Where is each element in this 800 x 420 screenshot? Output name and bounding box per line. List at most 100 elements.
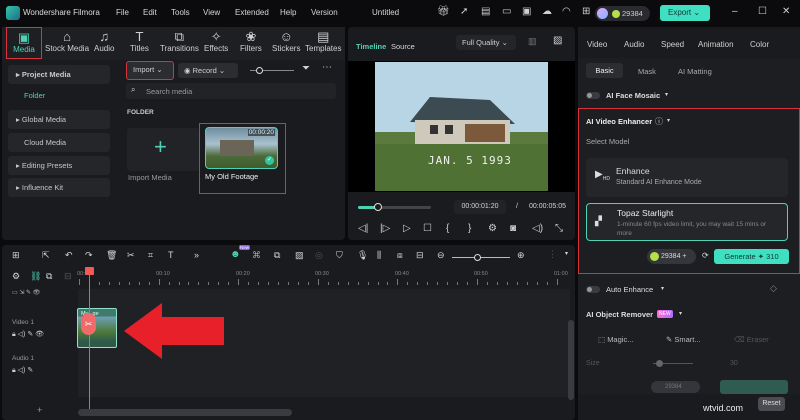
subtab-ai-matting[interactable]: AI Matting (678, 67, 712, 76)
track-options-icon[interactable]: ⊟ (64, 271, 72, 282)
import-media-tile[interactable]: + (127, 128, 199, 171)
maximize-icon[interactable]: ☐ (758, 6, 767, 17)
tab-color[interactable]: Color (750, 40, 769, 49)
minimize-icon[interactable]: – (732, 6, 738, 17)
timeline-zoom-slider[interactable] (452, 254, 510, 261)
sidebar-item-global-media[interactable]: ▸ Global Media (8, 110, 110, 129)
model-topaz-starlight[interactable]: ▞ Topaz Starlight 1-minute 60 fps video … (586, 203, 788, 241)
volume-icon[interactable]: ◁) (532, 223, 543, 234)
tab-audio-props[interactable]: Audio (624, 40, 644, 49)
track-height-icon[interactable]: ⋮ (548, 249, 557, 260)
mic-icon[interactable]: 🎙︎ (357, 250, 368, 261)
audio-track-controls[interactable]: 🔒︎ ◁) ✎ (12, 366, 33, 375)
more-icon[interactable]: ⋯ (322, 62, 332, 73)
keyframe-icon[interactable]: ◇ (770, 283, 777, 294)
more-tools-icon[interactable]: » (194, 250, 199, 260)
mark-out-icon[interactable]: } (468, 223, 471, 234)
caret-down-icon[interactable]: ▾ (661, 285, 664, 292)
horizontal-scrollbar[interactable] (78, 409, 292, 416)
tab-templates[interactable]: ▤ Templates (305, 29, 341, 53)
speed-icon[interactable]: ◎ (315, 250, 323, 261)
tab-source[interactable]: Source (391, 42, 415, 51)
headset-icon[interactable]: ◠ (562, 6, 571, 17)
reset-button[interactable]: Reset (758, 397, 785, 411)
rocket-icon[interactable]: ➚ (460, 6, 468, 17)
render-settings-icon[interactable]: ⚙ (488, 223, 497, 234)
tab-video[interactable]: Video (587, 40, 607, 49)
apps-icon[interactable]: ⊞ (582, 6, 590, 17)
progress-knob[interactable] (373, 203, 382, 211)
add-track-button[interactable]: + (37, 405, 42, 415)
cut-icon[interactable]: ✂ (127, 250, 135, 261)
export-button[interactable]: Export ⌄ (660, 5, 710, 21)
ai-tool-icon[interactable]: ⌘ (252, 250, 261, 261)
cloud-upload-icon[interactable]: ☁ (542, 6, 552, 17)
replace-icon[interactable]: ⧈ (397, 250, 403, 261)
camera-icon[interactable]: ◙ (510, 223, 516, 234)
zoom-in-icon[interactable]: ⊕ (517, 250, 525, 261)
fit-icon[interactable]: ⊟ (416, 250, 424, 261)
sidebar-item-cloud-media[interactable]: Cloud Media (8, 133, 110, 152)
menu-tools[interactable]: Tools (171, 8, 190, 17)
remove-button[interactable] (720, 380, 788, 394)
credits-pill[interactable]: 29384 (595, 6, 650, 21)
menu-file[interactable]: File (116, 8, 129, 17)
add-track-icon[interactable]: ⧉ (46, 271, 52, 282)
face-mosaic-toggle[interactable] (586, 92, 600, 99)
help-icon[interactable]: ⓘ (655, 116, 663, 127)
sidebar-item-editing-presets[interactable]: ▸ Editing Presets (8, 156, 110, 175)
menu-version[interactable]: Version (311, 8, 338, 17)
tab-audio[interactable]: ♫ Audio (94, 29, 114, 53)
next-frame-icon[interactable]: |▷ (380, 223, 390, 234)
tab-media[interactable]: ▣ Media (6, 27, 42, 59)
text-icon[interactable]: T (168, 250, 174, 260)
subtab-mask[interactable]: Mask (638, 67, 656, 76)
delete-icon[interactable]: 🗑︎ (106, 250, 117, 261)
sidebar-item-project-media[interactable]: ▸ Project Media (8, 65, 110, 84)
mark-in-icon[interactable]: { (446, 223, 449, 234)
caret-down-icon[interactable]: ▾ (665, 91, 668, 98)
image-tool-icon[interactable]: ▨ (295, 250, 304, 261)
tab-stock-media[interactable]: ⌂ Stock Media (45, 29, 89, 53)
undo-icon[interactable]: ↶ (65, 250, 73, 261)
tab-animation[interactable]: Animation (698, 40, 734, 49)
fullscreen-icon[interactable]: ⤡ (555, 223, 563, 234)
ai-copilot-icon[interactable]: ☻ (230, 249, 241, 260)
grid-view-icon[interactable]: ▥ (528, 36, 537, 47)
subtab-basic[interactable]: Basic (586, 63, 623, 78)
refresh-icon[interactable]: ⟳ (702, 251, 709, 260)
sidebar-item-folder[interactable]: Folder (24, 91, 45, 100)
playback-progress[interactable] (358, 203, 431, 211)
menu-view[interactable]: View (203, 8, 220, 17)
size-slider[interactable] (653, 360, 693, 367)
playhead[interactable] (85, 267, 94, 409)
snapshot-view-icon[interactable]: ▨ (553, 35, 562, 46)
quality-select[interactable]: Full Quality ⌄ (456, 35, 516, 50)
settings-icon[interactable]: ⚙ (12, 271, 20, 282)
save-icon[interactable]: ▣ (522, 6, 531, 17)
split-icon[interactable]: ✂ (81, 313, 96, 335)
tab-stickers[interactable]: ☺ Stickers (272, 29, 300, 53)
smart-tool[interactable]: ✎ Smart... (666, 335, 701, 344)
menu-help[interactable]: Help (280, 8, 296, 17)
import-button[interactable]: Import ⌄ (126, 61, 174, 80)
redo-icon[interactable]: ↷ (85, 250, 93, 261)
tab-effects[interactable]: ✧ Effects (204, 29, 228, 53)
prev-frame-icon[interactable]: ◁| (358, 223, 368, 234)
auto-enhance-toggle[interactable] (586, 286, 600, 293)
record-button[interactable]: ◉ Record ⌄ (178, 63, 238, 78)
notes-icon[interactable]: ▤ (481, 6, 490, 17)
credits-balance[interactable]: 29384 + (647, 249, 696, 264)
zoom-out-icon[interactable]: ⊖ (437, 250, 445, 261)
shield-icon[interactable]: ⛉ (336, 250, 343, 261)
tab-filters[interactable]: ❀ Filters (240, 29, 262, 53)
tab-timeline[interactable]: Timeline (356, 42, 386, 51)
thumbnail-size-slider[interactable] (250, 67, 294, 74)
generate-button[interactable]: Generate ✦ 310 (714, 249, 789, 264)
play-icon[interactable]: ▷ (403, 223, 411, 234)
sticker-tool-icon[interactable]: ⧉ (274, 250, 280, 261)
link-icon[interactable]: ⛓ (30, 271, 41, 282)
menu-extended[interactable]: Extended (235, 8, 269, 17)
select-tool-icon[interactable]: ⇱ (42, 250, 50, 261)
crop-icon[interactable]: ⌗ (148, 250, 153, 261)
